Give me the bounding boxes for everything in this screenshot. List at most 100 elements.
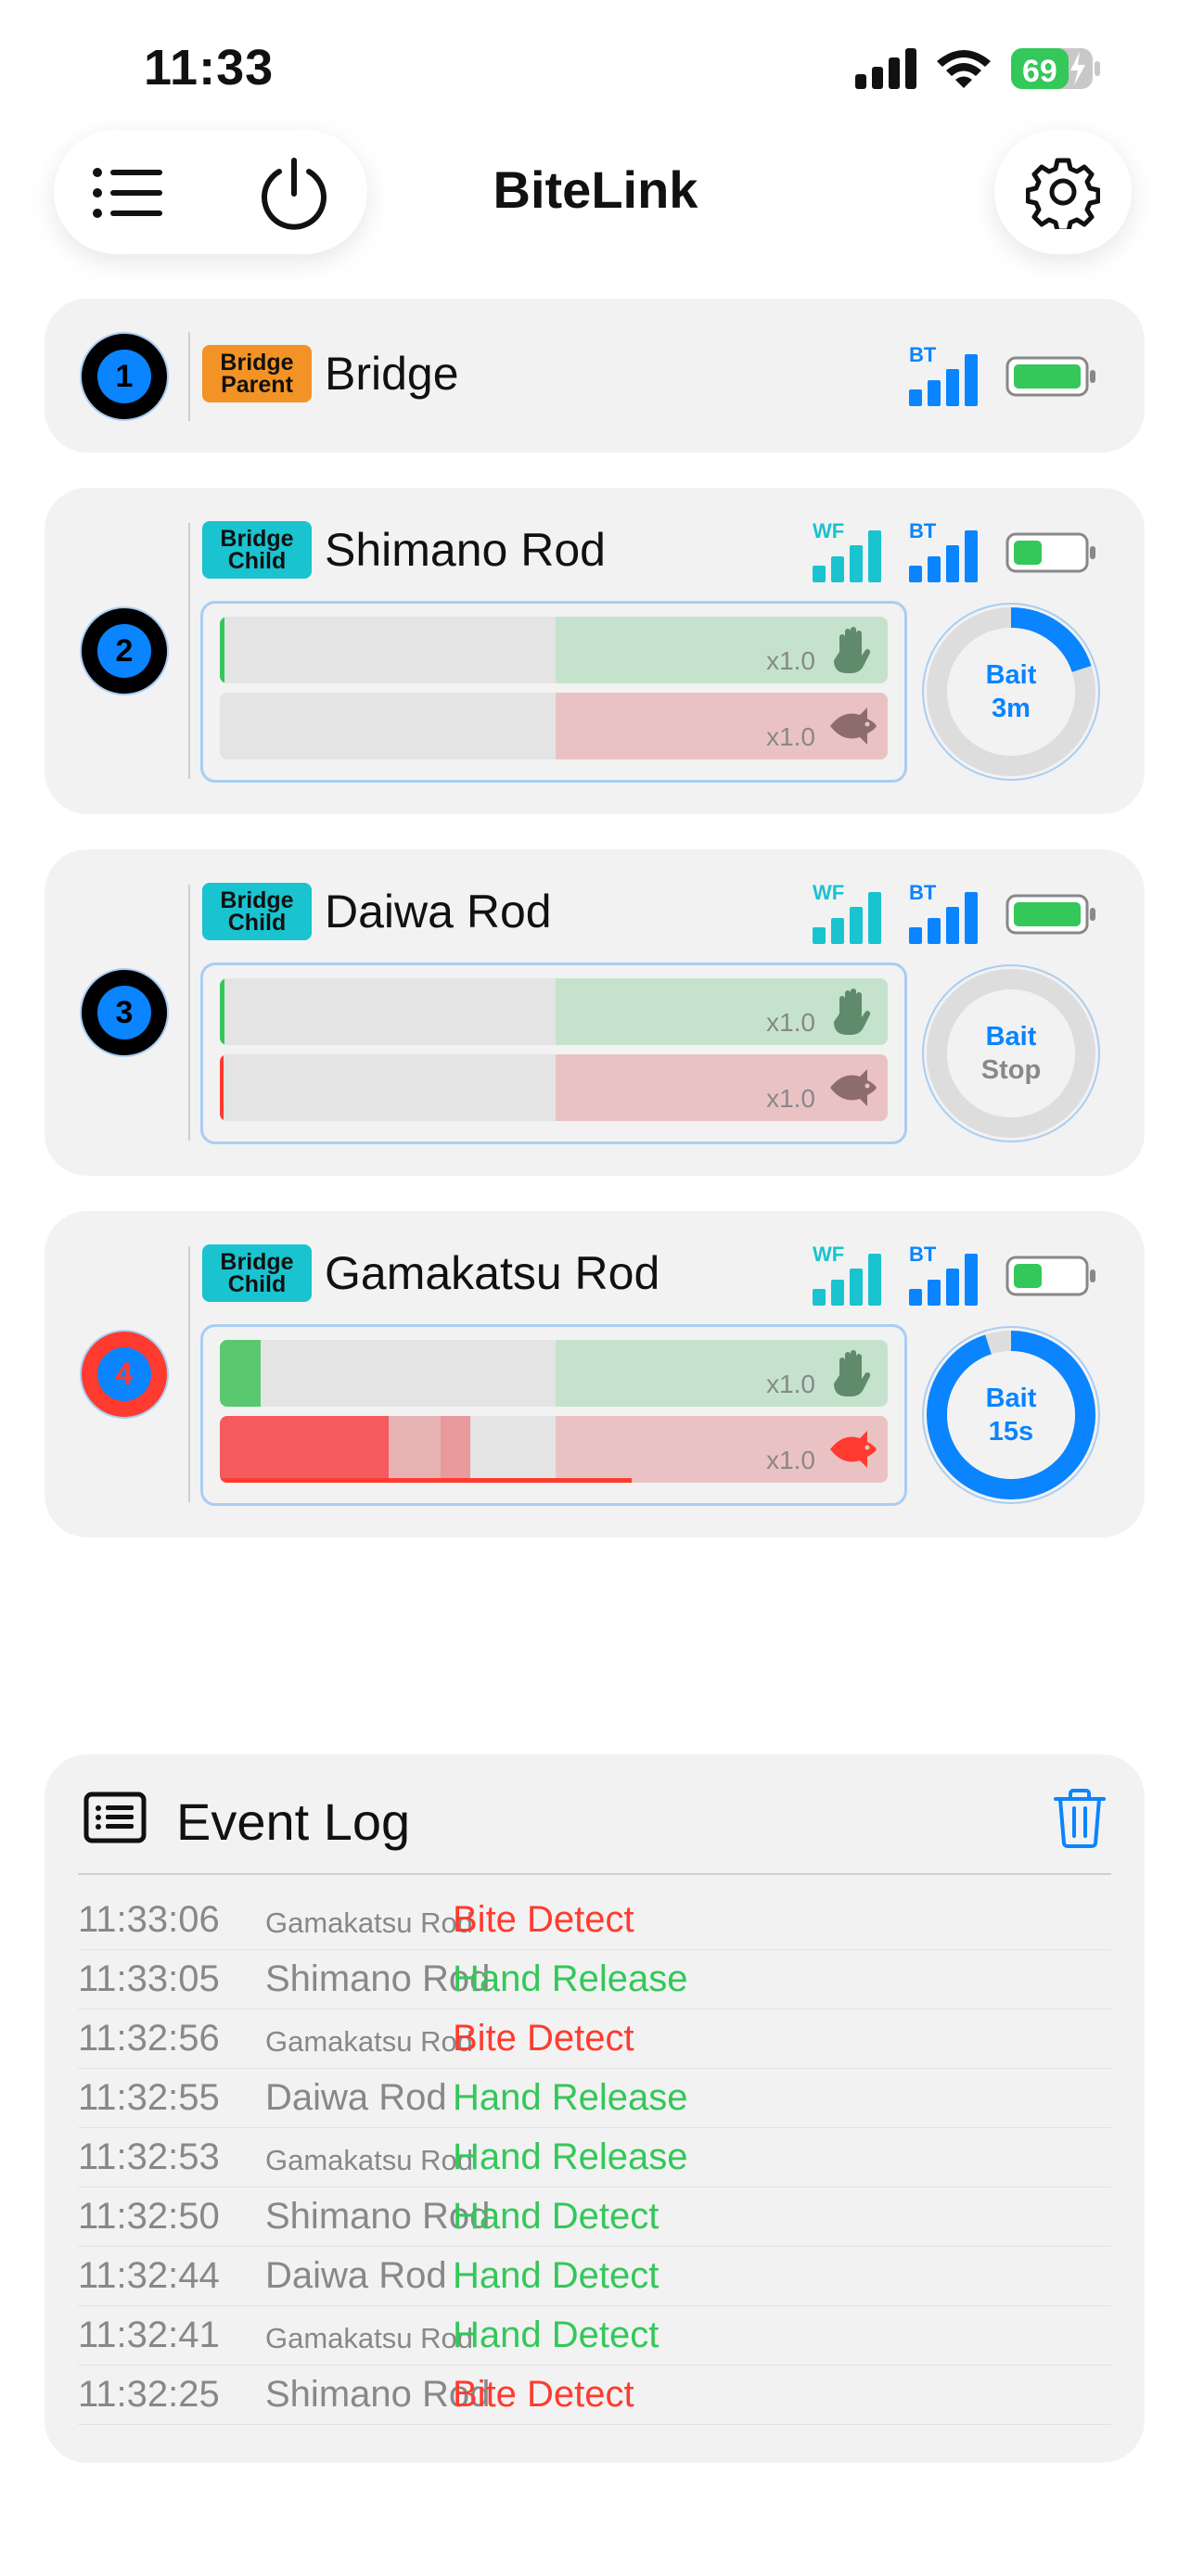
status-time: 11:33: [144, 40, 275, 96]
wifi-signal-icon: WF: [813, 1243, 881, 1306]
device-name: Shimano Rod: [325, 524, 606, 576]
bait-timer[interactable]: Bait 15s: [920, 1324, 1102, 1506]
role-tag-line2: Child: [227, 1271, 287, 1297]
event-type: Bite Detect: [453, 2374, 634, 2415]
bluetooth-signal-icon: BT: [909, 881, 978, 944]
device-number-badge: 4: [80, 1330, 169, 1419]
event-time: 11:32:56: [78, 2018, 220, 2059]
bait-timer[interactable]: Bait 3m: [920, 601, 1102, 783]
hand-level-fill: [220, 617, 224, 683]
device-number: 4: [97, 1347, 151, 1401]
log-divider: [78, 1873, 1111, 1875]
role-tag-line1: Bridge: [220, 350, 294, 376]
event-log-row: 11:32:44 Daiwa Rod Hand Detect: [78, 2246, 1111, 2306]
event-log-title: Event Log: [176, 1792, 411, 1851]
hand-multiplier: x1.0: [766, 1008, 815, 1037]
bait-label: Bait: [985, 660, 1037, 690]
bait-timer[interactable]: Bait Stop: [920, 963, 1102, 1144]
fish-icon: [830, 1431, 877, 1468]
role-tag-line1: Bridge: [220, 1249, 294, 1275]
hand-sensor-bar: x1.0: [220, 617, 888, 683]
role-tag-line2: Child: [227, 910, 287, 936]
event-type: Bite Detect: [453, 1899, 634, 1940]
bait-label: Bait: [985, 1022, 1037, 1052]
role-tag-line1: Bridge: [220, 887, 294, 913]
bite-multiplier: x1.0: [766, 1084, 815, 1113]
role-tag: Bridge Parent: [202, 345, 312, 402]
event-time: 11:32:53: [78, 2136, 220, 2177]
event-type: Hand Release: [453, 2077, 688, 2118]
hand-sensor-bar: x1.0: [220, 1340, 888, 1407]
bait-value: 3m: [992, 694, 1031, 723]
role-tag: Bridge Child: [202, 883, 312, 940]
bite-sensor-bar: x1.0: [220, 1054, 888, 1121]
device-name: Daiwa Rod: [325, 886, 552, 937]
device-number-badge: 1: [80, 332, 169, 421]
battery-icon: [1005, 1256, 1095, 1296]
device-number: 2: [97, 624, 151, 678]
device-card-daiwa[interactable]: 3 Bridge Child Daiwa Rod WF BT x1.0 x1.0…: [45, 849, 1145, 1176]
divider: [188, 523, 190, 779]
event-time: 11:32:41: [78, 2315, 220, 2355]
role-tag: Bridge Child: [202, 1244, 312, 1302]
event-log-row: 11:32:25 Shimano Rod Bite Detect: [78, 2365, 1111, 2425]
svg-text:BT: BT: [909, 343, 937, 366]
bite-sensor-bar: x1.0: [220, 1416, 888, 1483]
role-tag: Bridge Child: [202, 521, 312, 579]
event-log-row: 11:32:41 Gamakatsu Rod Hand Detect: [78, 2305, 1111, 2366]
settings-button[interactable]: [994, 130, 1132, 254]
hand-multiplier: x1.0: [766, 1370, 815, 1398]
bite-multiplier: x1.0: [766, 722, 815, 751]
trash-icon: [1054, 1789, 1106, 1848]
bait-value: 15s: [988, 1417, 1034, 1447]
fish-icon: [830, 708, 877, 745]
role-tag-line2: Child: [227, 548, 287, 574]
bite-level-fill: [220, 1054, 224, 1121]
event-log-row: 11:32:53 Gamakatsu Rod Hand Release: [78, 2127, 1111, 2187]
hand-icon: [834, 627, 871, 673]
battery-icon: 69: [1011, 48, 1100, 89]
svg-text:BT: BT: [909, 1243, 937, 1266]
event-time: 11:32:50: [78, 2196, 220, 2237]
device-card-shimano[interactable]: 2 Bridge Child Shimano Rod WF BT x1.0 x1…: [45, 488, 1145, 814]
wifi-signal-icon: WF: [813, 881, 881, 944]
hand-level-fill: [220, 978, 224, 1045]
role-tag-line1: Bridge: [220, 526, 294, 552]
device-name: Bridge: [325, 348, 459, 400]
wifi-signal-icon: WF: [813, 519, 881, 582]
svg-text:WF: WF: [813, 519, 844, 542]
bite-history-line: [220, 1478, 632, 1483]
log-icon: [83, 1792, 147, 1843]
battery-icon: [1005, 894, 1095, 935]
battery-percent: 69: [1022, 54, 1057, 89]
device-card-bridge[interactable]: 1 Bridge Parent Bridge BT: [45, 299, 1145, 453]
bite-multiplier: x1.0: [766, 1446, 815, 1474]
device-card-gamakatsu[interactable]: 4 Bridge Child Gamakatsu Rod WF BT x1.0: [45, 1211, 1145, 1537]
divider: [188, 885, 190, 1141]
event-time: 11:32:44: [78, 2255, 220, 2296]
hand-icon: [834, 1350, 871, 1396]
event-log-row: 11:32:50 Shimano Rod Hand Detect: [78, 2187, 1111, 2247]
divider: [188, 332, 190, 421]
svg-text:BT: BT: [909, 881, 937, 904]
device-number: 3: [97, 986, 151, 1039]
hand-level-fill: [220, 1340, 261, 1407]
divider: [188, 1246, 190, 1502]
event-time: 11:33:06: [78, 1899, 220, 1940]
svg-text:WF: WF: [813, 1243, 844, 1266]
event-source: Gamakatsu Rod: [265, 2144, 473, 2176]
device-number: 1: [97, 350, 151, 403]
bluetooth-signal-icon: BT: [909, 519, 978, 582]
battery-icon: [1005, 356, 1095, 397]
battery-icon: [1005, 532, 1095, 573]
bait-value: Stop: [980, 1055, 1042, 1085]
device-name: Gamakatsu Rod: [325, 1247, 660, 1299]
gear-icon: [1026, 158, 1100, 229]
clear-log-button[interactable]: [1052, 1788, 1108, 1849]
event-type: Bite Detect: [453, 2018, 634, 2059]
device-number-badge: 3: [80, 968, 169, 1057]
bite-level-fill: [220, 1416, 389, 1483]
bluetooth-signal-icon: BT: [909, 1243, 978, 1306]
status-bar: 11:33 69: [0, 0, 1191, 139]
event-type: Hand Detect: [453, 2196, 660, 2237]
